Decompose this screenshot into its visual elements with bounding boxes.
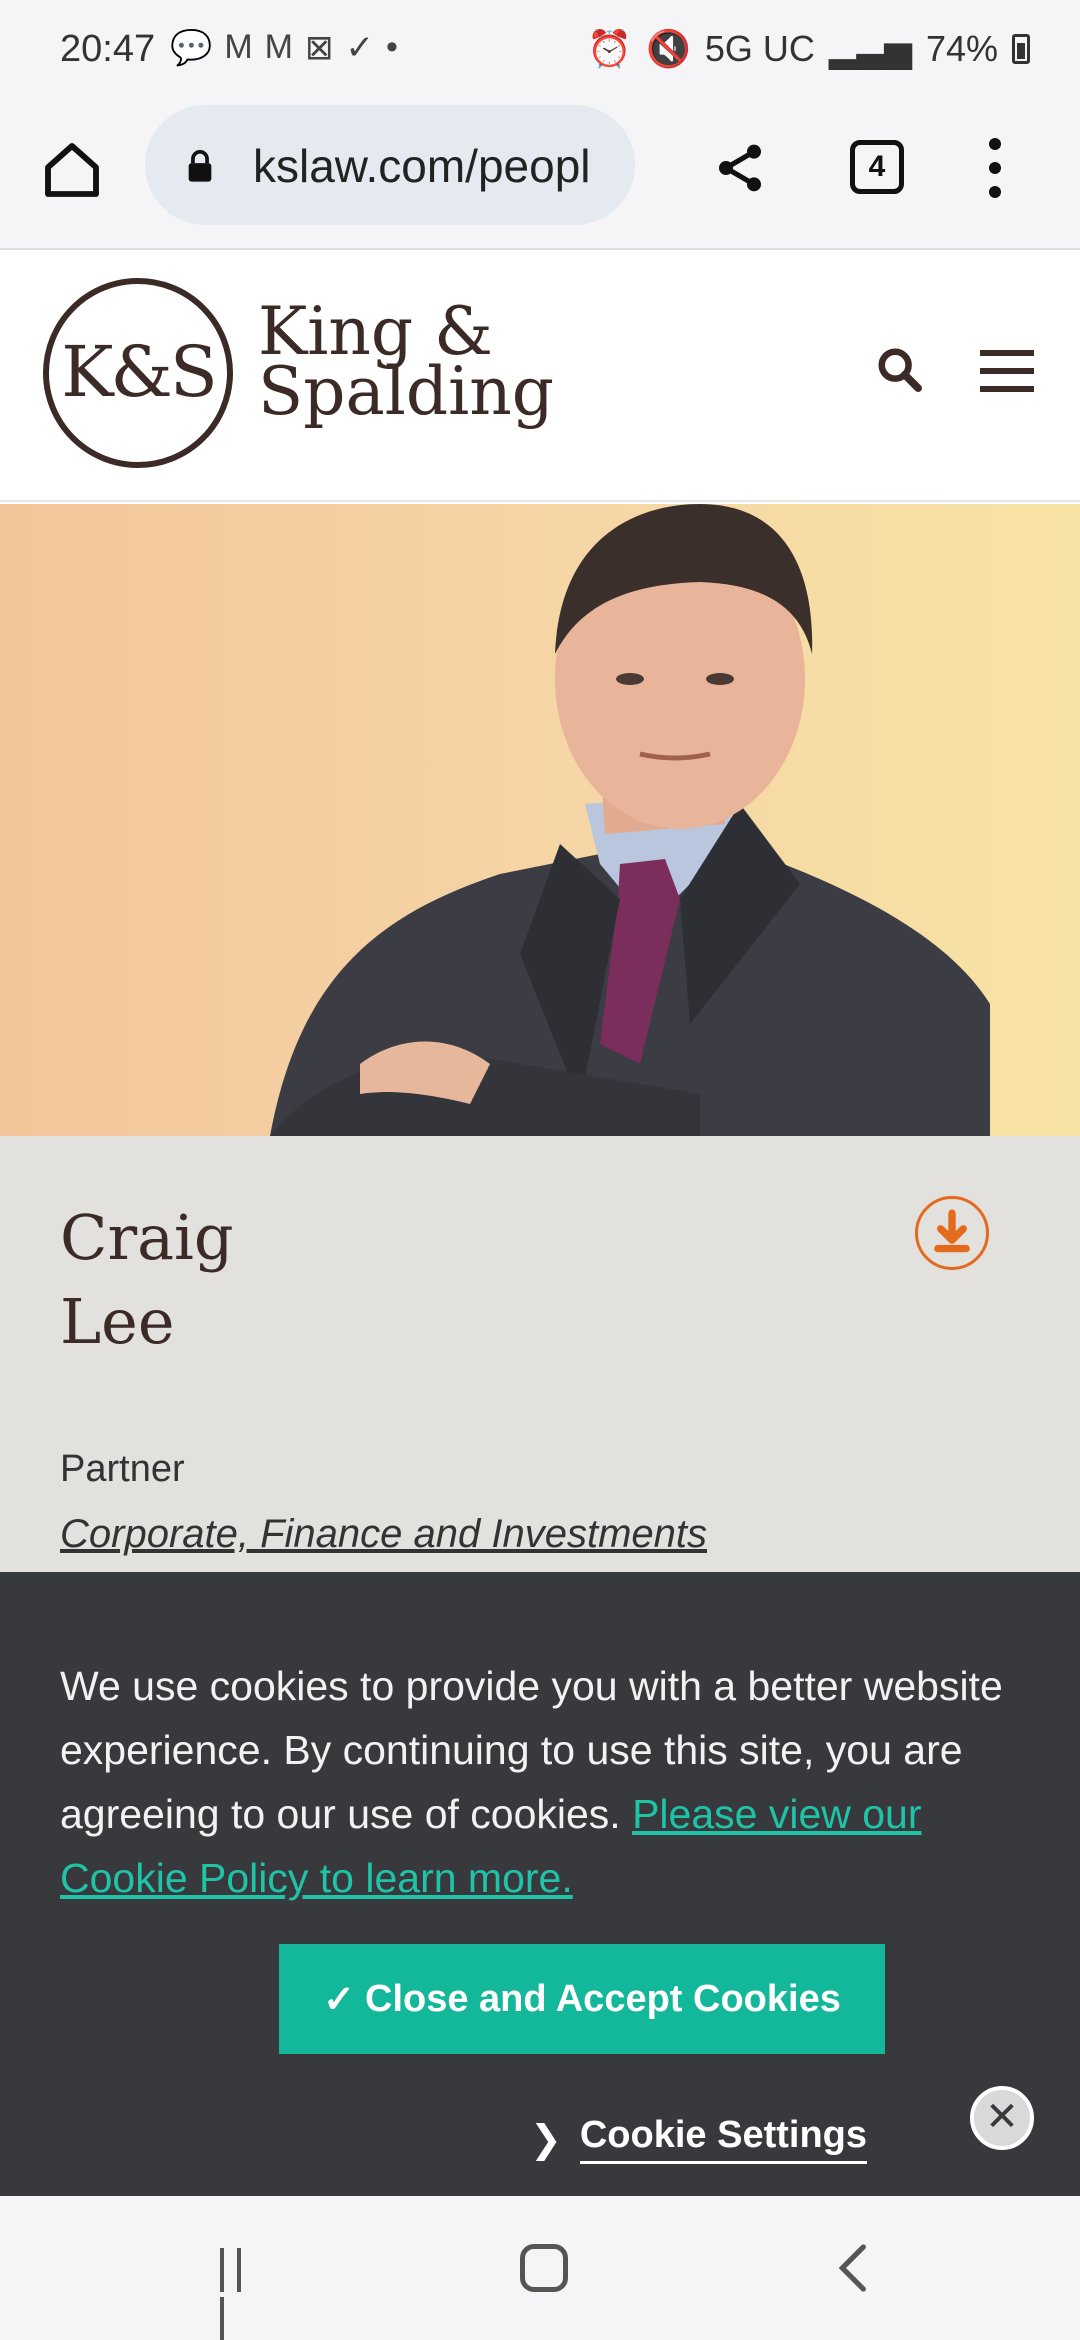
close-icon[interactable]: ✕ bbox=[970, 2086, 1034, 2150]
person-name: Craig Lee bbox=[60, 1196, 234, 1364]
more-menu-icon[interactable] bbox=[985, 138, 1005, 198]
cookie-settings-label: Cookie Settings bbox=[579, 2114, 867, 2164]
share-icon[interactable] bbox=[712, 140, 768, 196]
last-name: Lee bbox=[60, 1285, 175, 1358]
back-icon[interactable] bbox=[826, 2240, 882, 2296]
portrait-illustration bbox=[270, 504, 990, 1136]
home-icon[interactable] bbox=[40, 138, 104, 202]
alarm-icon: ⏰ bbox=[587, 28, 633, 69]
home-nav-icon[interactable] bbox=[520, 2244, 568, 2292]
notification-icons: 💬 M M ⊠ ✓ • bbox=[170, 28, 398, 68]
signal-icon: ▂▃▅ bbox=[828, 28, 912, 69]
hamburger-menu-icon[interactable] bbox=[980, 350, 1034, 392]
profile-section: Craig Lee Partner Corporate, Finance and… bbox=[0, 1136, 1080, 1572]
battery-label: 74% bbox=[925, 28, 998, 69]
person-title: Partner bbox=[60, 1448, 185, 1490]
cookie-settings-link[interactable]: ❯ Cookie Settings bbox=[530, 2114, 867, 2164]
search-icon[interactable] bbox=[876, 346, 922, 392]
first-name: Craig bbox=[60, 1201, 234, 1274]
check-icon: ✓ bbox=[345, 29, 375, 67]
status-time: 20:47 bbox=[60, 28, 156, 70]
status-bar: 20:47 💬 M M ⊠ ✓ • ⏰ 🔇 5G UC ▂▃▅ 74% bbox=[0, 0, 1080, 100]
chat-icon: 💬 bbox=[170, 29, 213, 67]
status-right: ⏰ 🔇 5G UC ▂▃▅ 74% bbox=[587, 28, 1030, 70]
chevron-right-icon: ❯ bbox=[530, 2118, 562, 2161]
browser-toolbar: kslaw.com/peopl 4 bbox=[0, 100, 1080, 250]
system-nav-bar bbox=[0, 2196, 1080, 2340]
url-text: kslaw.com/peopl bbox=[253, 140, 591, 192]
recent-apps-icon[interactable] bbox=[220, 2248, 266, 2340]
accept-cookies-label: Close and Accept Cookies bbox=[365, 1977, 841, 2020]
gmail-icon: M bbox=[264, 28, 293, 66]
accept-cookies-button[interactable]: ✓ Close and Accept Cookies bbox=[279, 1944, 885, 2054]
logo-wordmark[interactable]: King & Spalding bbox=[258, 299, 555, 430]
tab-switcher-button[interactable]: 4 bbox=[850, 140, 904, 194]
download-icon[interactable] bbox=[915, 1196, 989, 1270]
mute-icon: 🔇 bbox=[646, 28, 691, 69]
site-header: K&S King & Spalding bbox=[0, 252, 1080, 502]
check-icon: ✓ bbox=[323, 1978, 355, 2021]
dot-icon: • bbox=[386, 28, 398, 66]
logo-line-2: Spalding bbox=[258, 353, 555, 430]
address-bar[interactable]: kslaw.com/peopl bbox=[145, 105, 635, 225]
gmail-icon: M bbox=[224, 28, 253, 66]
battery-icon bbox=[1012, 34, 1030, 64]
outlook-icon: ⊠ bbox=[305, 29, 334, 67]
logo-mark[interactable]: K&S bbox=[43, 278, 233, 468]
lock-icon bbox=[188, 150, 212, 182]
profile-photo bbox=[0, 504, 1080, 1136]
cookie-banner: We use cookies to provide you with a bet… bbox=[0, 1572, 1080, 2196]
practice-area-link[interactable]: Corporate, Finance and Investments bbox=[60, 1512, 707, 1557]
screen: 20:47 💬 M M ⊠ ✓ • ⏰ 🔇 5G UC ▂▃▅ 74% ksla… bbox=[0, 0, 1080, 2340]
cookie-message: We use cookies to provide you with a bet… bbox=[60, 1654, 1020, 1910]
network-label: 5G UC bbox=[704, 28, 815, 69]
